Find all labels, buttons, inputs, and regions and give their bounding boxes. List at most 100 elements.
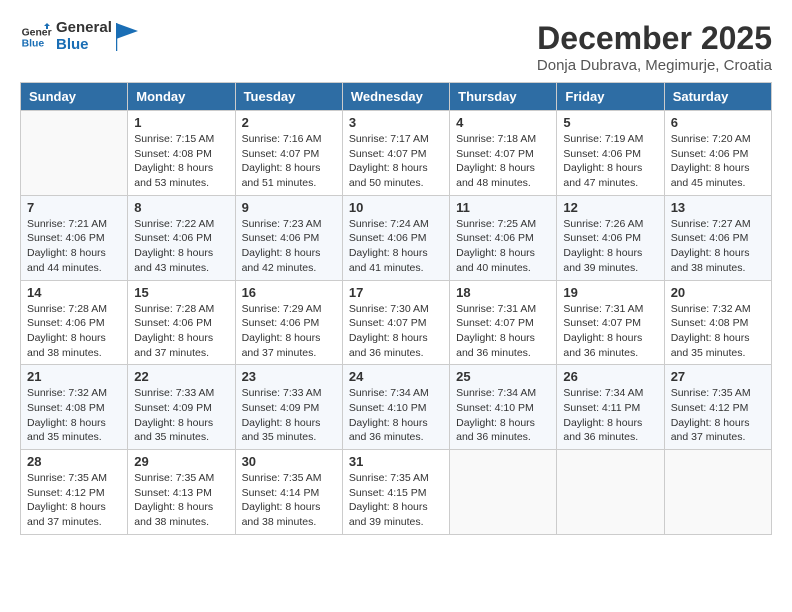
calendar-cell-w3-d7: 20 Sunrise: 7:32 AMSunset: 4:08 PMDayligh…: [664, 280, 771, 365]
day-info: Sunrise: 7:35 AMSunset: 4:14 PMDaylight:…: [242, 471, 336, 530]
day-info: Sunrise: 7:31 AMSunset: 4:07 PMDaylight:…: [563, 302, 657, 361]
day-number: 26: [563, 369, 657, 384]
day-number: 8: [134, 200, 228, 215]
day-info: Sunrise: 7:33 AMSunset: 4:09 PMDaylight:…: [242, 386, 336, 445]
day-number: 17: [349, 285, 443, 300]
title-block: December 2025 Donja Dubrava, Megimurje, …: [537, 20, 772, 74]
day-number: 19: [563, 285, 657, 300]
day-info: Sunrise: 7:32 AMSunset: 4:08 PMDaylight:…: [27, 386, 121, 445]
calendar-cell-w1-d6: 5 Sunrise: 7:19 AMSunset: 4:06 PMDaylight…: [557, 111, 664, 196]
calendar-cell-w2-d6: 12 Sunrise: 7:26 AMSunset: 4:06 PMDayligh…: [557, 195, 664, 280]
calendar-cell-w5-d3: 30Sunrise: 7:35 AMSunset: 4:14 PMDayligh…: [235, 450, 342, 535]
day-info: Sunrise: 7:25 AMSunset: 4:06 PMDaylight:…: [456, 217, 550, 276]
day-info: Sunrise: 7:28 AMSunset: 4:06 PMDaylight:…: [134, 302, 228, 361]
calendar-cell-w1-d2: 1 Sunrise: 7:15 AMSunset: 4:08 PMDaylight…: [128, 111, 235, 196]
day-number: 3: [349, 115, 443, 130]
day-number: 27: [671, 369, 765, 384]
day-number: 25: [456, 369, 550, 384]
col-thursday: Thursday: [450, 83, 557, 111]
location-subtitle: Donja Dubrava, Megimurje, Croatia: [537, 57, 772, 74]
day-number: 9: [242, 200, 336, 215]
day-info: Sunrise: 7:34 AMSunset: 4:10 PMDaylight:…: [349, 386, 443, 445]
svg-text:General: General: [22, 27, 52, 38]
day-number: 14: [27, 285, 121, 300]
day-info: Sunrise: 7:33 AMSunset: 4:09 PMDaylight:…: [134, 386, 228, 445]
calendar-cell-w4-d7: 27 Sunrise: 7:35 AMSunset: 4:12 PMDayligh…: [664, 365, 771, 450]
day-info: Sunrise: 7:16 AMSunset: 4:07 PMDaylight:…: [242, 132, 336, 191]
calendar-cell-w5-d7: [664, 450, 771, 535]
day-info: Sunrise: 7:24 AMSunset: 4:06 PMDaylight:…: [349, 217, 443, 276]
day-number: 21: [27, 369, 121, 384]
calendar-cell-w5-d4: 31Sunrise: 7:35 AMSunset: 4:15 PMDayligh…: [342, 450, 449, 535]
day-number: 15: [134, 285, 228, 300]
calendar-cell-w1-d1: [21, 111, 128, 196]
col-monday: Monday: [128, 83, 235, 111]
calendar-cell-w4-d1: 21 Sunrise: 7:32 AMSunset: 4:08 PMDayligh…: [21, 365, 128, 450]
day-number: 4: [456, 115, 550, 130]
calendar-cell-w4-d3: 23Sunrise: 7:33 AMSunset: 4:09 PMDayligh…: [235, 365, 342, 450]
day-number: 5: [563, 115, 657, 130]
calendar-cell-w4-d6: 26 Sunrise: 7:34 AMSunset: 4:11 PMDayligh…: [557, 365, 664, 450]
day-number: 12: [563, 200, 657, 215]
day-info: Sunrise: 7:32 AMSunset: 4:08 PMDaylight:…: [671, 302, 765, 361]
calendar-cell-w5-d5: [450, 450, 557, 535]
calendar-cell-w5-d1: 28Sunrise: 7:35 AMSunset: 4:12 PMDayligh…: [21, 450, 128, 535]
day-info: Sunrise: 7:35 AMSunset: 4:15 PMDaylight:…: [349, 471, 443, 530]
calendar-cell-w3-d2: 15 Sunrise: 7:28 AMSunset: 4:06 PMDayligh…: [128, 280, 235, 365]
day-info: Sunrise: 7:26 AMSunset: 4:06 PMDaylight:…: [563, 217, 657, 276]
week-row-5: 28Sunrise: 7:35 AMSunset: 4:12 PMDayligh…: [21, 450, 772, 535]
logo-general-text: General: [56, 20, 112, 37]
calendar-cell-w5-d2: 29 Sunrise: 7:35 AMSunset: 4:13 PMDayligh…: [128, 450, 235, 535]
day-info: Sunrise: 7:34 AMSunset: 4:10 PMDaylight:…: [456, 386, 550, 445]
day-number: 1: [134, 115, 228, 130]
day-info: Sunrise: 7:20 AMSunset: 4:06 PMDaylight:…: [671, 132, 765, 191]
calendar-cell-w3-d1: 14Sunrise: 7:28 AMSunset: 4:06 PMDayligh…: [21, 280, 128, 365]
calendar-cell-w1-d7: 6Sunrise: 7:20 AMSunset: 4:06 PMDaylight…: [664, 111, 771, 196]
day-info: Sunrise: 7:18 AMSunset: 4:07 PMDaylight:…: [456, 132, 550, 191]
day-number: 2: [242, 115, 336, 130]
day-number: 11: [456, 200, 550, 215]
day-info: Sunrise: 7:19 AMSunset: 4:06 PMDaylight:…: [563, 132, 657, 191]
calendar-cell-w1-d4: 3Sunrise: 7:17 AMSunset: 4:07 PMDaylight…: [342, 111, 449, 196]
day-number: 10: [349, 200, 443, 215]
day-info: Sunrise: 7:35 AMSunset: 4:13 PMDaylight:…: [134, 471, 228, 530]
day-info: Sunrise: 7:21 AMSunset: 4:06 PMDaylight:…: [27, 217, 121, 276]
day-info: Sunrise: 7:23 AMSunset: 4:06 PMDaylight:…: [242, 217, 336, 276]
day-number: 29: [134, 454, 228, 469]
month-year-title: December 2025: [537, 20, 772, 57]
day-info: Sunrise: 7:22 AMSunset: 4:06 PMDaylight:…: [134, 217, 228, 276]
day-info: Sunrise: 7:29 AMSunset: 4:06 PMDaylight:…: [242, 302, 336, 361]
calendar-cell-w1-d3: 2 Sunrise: 7:16 AMSunset: 4:07 PMDaylight…: [235, 111, 342, 196]
logo-flag-icon: [116, 23, 138, 51]
col-sunday: Sunday: [21, 83, 128, 111]
day-number: 20: [671, 285, 765, 300]
day-info: Sunrise: 7:35 AMSunset: 4:12 PMDaylight:…: [671, 386, 765, 445]
day-info: Sunrise: 7:34 AMSunset: 4:11 PMDaylight:…: [563, 386, 657, 445]
logo: General Blue General Blue: [20, 20, 138, 53]
day-number: 13: [671, 200, 765, 215]
logo-icon: General Blue: [20, 21, 52, 53]
calendar-cell-w2-d1: 7Sunrise: 7:21 AMSunset: 4:06 PMDaylight…: [21, 195, 128, 280]
day-info: Sunrise: 7:15 AMSunset: 4:08 PMDaylight:…: [134, 132, 228, 191]
calendar-cell-w3-d3: 16 Sunrise: 7:29 AMSunset: 4:06 PMDayligh…: [235, 280, 342, 365]
week-row-2: 7Sunrise: 7:21 AMSunset: 4:06 PMDaylight…: [21, 195, 772, 280]
week-row-1: 1 Sunrise: 7:15 AMSunset: 4:08 PMDaylight…: [21, 111, 772, 196]
day-info: Sunrise: 7:30 AMSunset: 4:07 PMDaylight:…: [349, 302, 443, 361]
day-number: 18: [456, 285, 550, 300]
calendar-cell-w2-d5: 11 Sunrise: 7:25 AMSunset: 4:06 PMDayligh…: [450, 195, 557, 280]
calendar-cell-w3-d5: 18Sunrise: 7:31 AMSunset: 4:07 PMDayligh…: [450, 280, 557, 365]
calendar-cell-w2-d4: 10 Sunrise: 7:24 AMSunset: 4:06 PMDayligh…: [342, 195, 449, 280]
day-number: 16: [242, 285, 336, 300]
calendar-cell-w2-d2: 8 Sunrise: 7:22 AMSunset: 4:06 PMDaylight…: [128, 195, 235, 280]
day-info: Sunrise: 7:35 AMSunset: 4:12 PMDaylight:…: [27, 471, 121, 530]
calendar-cell-w5-d6: [557, 450, 664, 535]
day-number: 22: [134, 369, 228, 384]
svg-text:Blue: Blue: [22, 38, 45, 49]
col-wednesday: Wednesday: [342, 83, 449, 111]
col-friday: Friday: [557, 83, 664, 111]
col-saturday: Saturday: [664, 83, 771, 111]
calendar-cell-w1-d5: 4 Sunrise: 7:18 AMSunset: 4:07 PMDaylight…: [450, 111, 557, 196]
page-header: General Blue General Blue December 2025 …: [20, 20, 772, 74]
calendar-cell-w3-d4: 17 Sunrise: 7:30 AMSunset: 4:07 PMDayligh…: [342, 280, 449, 365]
day-number: 24: [349, 369, 443, 384]
